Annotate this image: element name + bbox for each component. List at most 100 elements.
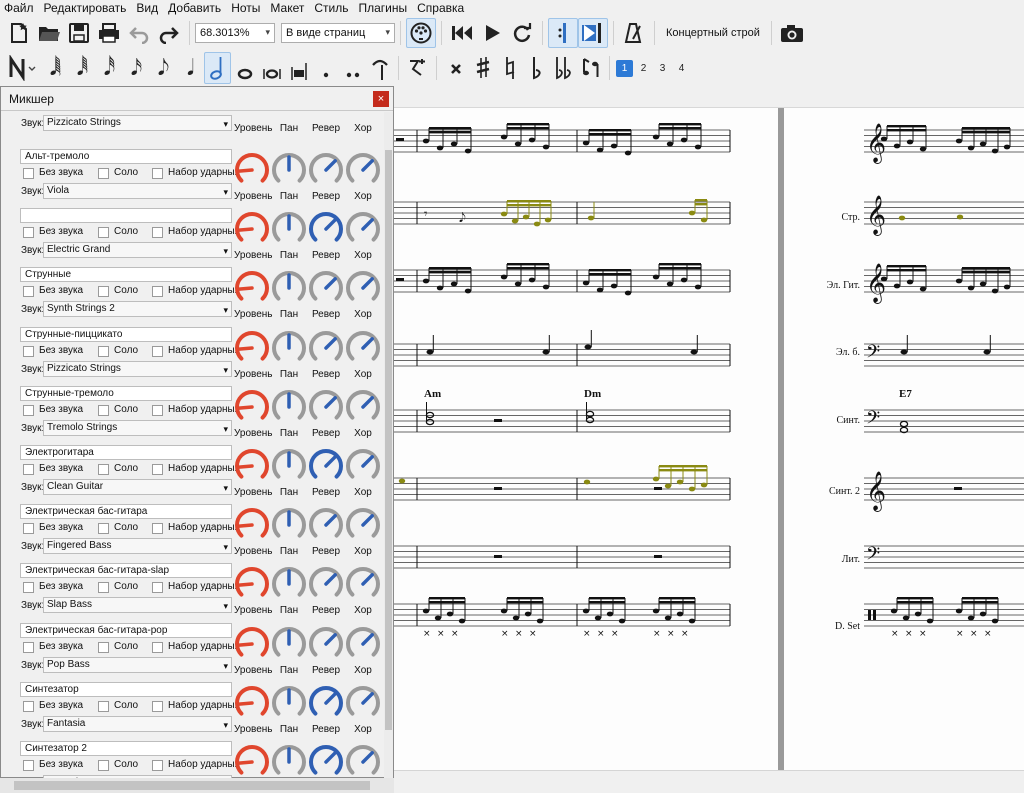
menu-edit[interactable]: Редактировать bbox=[40, 1, 133, 15]
concert-pitch-button[interactable]: Концертный строй bbox=[660, 27, 766, 39]
solo-checkbox[interactable] bbox=[98, 464, 109, 475]
mute-checkbox[interactable] bbox=[23, 405, 34, 416]
reverb-knob[interactable] bbox=[308, 389, 344, 425]
pan-knob[interactable] bbox=[271, 270, 307, 306]
redo-icon[interactable] bbox=[154, 18, 184, 48]
pan-knob[interactable] bbox=[271, 152, 307, 188]
menu-layout[interactable]: Макет bbox=[266, 1, 310, 15]
save-icon[interactable] bbox=[64, 18, 94, 48]
solo-checkbox[interactable] bbox=[98, 642, 109, 653]
menu-notes[interactable]: Ноты bbox=[227, 1, 266, 15]
mute-checkbox[interactable] bbox=[23, 168, 34, 179]
reverb-knob[interactable] bbox=[308, 330, 344, 366]
sound-select[interactable]: Pizzicato Strings ▾ bbox=[43, 115, 232, 131]
mixer-scrollbar[interactable] bbox=[384, 112, 393, 778]
part-name-field[interactable]: Электрическая бас-гитара-pop bbox=[20, 623, 232, 638]
note-32nd-icon[interactable]: 𝅘𝅥𝅰 bbox=[96, 52, 123, 84]
solo-checkbox[interactable] bbox=[98, 405, 109, 416]
reverb-knob[interactable] bbox=[308, 685, 344, 721]
reverb-knob[interactable] bbox=[308, 211, 344, 247]
drumset-checkbox[interactable] bbox=[152, 701, 163, 712]
volume-knob[interactable] bbox=[234, 330, 270, 366]
solo-checkbox[interactable] bbox=[98, 582, 109, 593]
pan-knob[interactable] bbox=[271, 211, 307, 247]
chorus-knob[interactable] bbox=[345, 685, 381, 721]
mute-checkbox[interactable] bbox=[23, 286, 34, 297]
new-score-icon[interactable] bbox=[4, 18, 34, 48]
drumset-checkbox[interactable] bbox=[152, 523, 163, 534]
chorus-knob[interactable] bbox=[345, 270, 381, 306]
chord-symbol[interactable]: Dm bbox=[584, 388, 601, 400]
rest-icon[interactable] bbox=[404, 52, 431, 84]
voice-2-button[interactable]: 2 bbox=[635, 60, 652, 77]
menu-help[interactable]: Справка bbox=[413, 1, 470, 15]
solo-checkbox[interactable] bbox=[98, 760, 109, 771]
scroll-thumb[interactable] bbox=[385, 150, 392, 730]
volume-knob[interactable] bbox=[234, 211, 270, 247]
mute-checkbox[interactable] bbox=[23, 642, 34, 653]
drumset-checkbox[interactable] bbox=[152, 346, 163, 357]
drumset-checkbox[interactable] bbox=[152, 227, 163, 238]
part-name-field[interactable]: Электрогитара bbox=[20, 445, 232, 460]
pan-knob[interactable] bbox=[271, 744, 307, 778]
sound-select[interactable]: Slap Bass ▾ bbox=[43, 597, 232, 613]
tie-icon[interactable] bbox=[366, 52, 393, 84]
undo-icon[interactable] bbox=[124, 18, 154, 48]
double-dot-icon[interactable] bbox=[339, 52, 366, 84]
sound-select[interactable]: Tremolo Strings ▾ bbox=[43, 420, 232, 436]
reverb-knob[interactable] bbox=[308, 507, 344, 543]
sound-select[interactable]: Pop Bass ▾ bbox=[43, 657, 232, 673]
volume-knob[interactable] bbox=[234, 566, 270, 602]
loop-icon[interactable] bbox=[507, 18, 537, 48]
double-flat-icon[interactable] bbox=[550, 52, 577, 84]
double-sharp-icon[interactable] bbox=[442, 52, 469, 84]
part-name-field[interactable]: Струнные bbox=[20, 267, 232, 282]
view-mode-combo[interactable]: В виде страниц ▾ bbox=[281, 23, 395, 43]
mixer-title-bar[interactable]: Микшер × bbox=[1, 87, 393, 111]
note-breve-icon[interactable] bbox=[258, 52, 285, 84]
mute-checkbox[interactable] bbox=[23, 523, 34, 534]
pan-knob[interactable] bbox=[271, 448, 307, 484]
part-name-field[interactable]: Альт-тремоло bbox=[20, 149, 232, 164]
mute-checkbox[interactable] bbox=[23, 227, 34, 238]
pan-knob[interactable] bbox=[271, 330, 307, 366]
volume-knob[interactable] bbox=[234, 685, 270, 721]
part-name-field[interactable]: Струнные-тремоло bbox=[20, 386, 232, 401]
volume-knob[interactable] bbox=[234, 626, 270, 662]
mute-checkbox[interactable] bbox=[23, 582, 34, 593]
volume-knob[interactable] bbox=[234, 389, 270, 425]
part-name-field[interactable]: Синтезатор bbox=[20, 682, 232, 697]
note-16th-icon[interactable]: 𝅘𝅥𝅯 bbox=[123, 52, 150, 84]
drumset-checkbox[interactable] bbox=[152, 464, 163, 475]
volume-knob[interactable] bbox=[234, 152, 270, 188]
chorus-knob[interactable] bbox=[345, 626, 381, 662]
natural-icon[interactable] bbox=[496, 52, 523, 84]
menu-add[interactable]: Добавить bbox=[164, 1, 227, 15]
part-name-field[interactable]: Электрическая бас-гитара bbox=[20, 504, 232, 519]
part-name-field[interactable]: Струнные-пиццикато bbox=[20, 327, 232, 342]
loop-in-icon[interactable] bbox=[548, 18, 578, 48]
chord-symbol[interactable]: E7 bbox=[899, 388, 912, 400]
solo-checkbox[interactable] bbox=[98, 523, 109, 534]
chorus-knob[interactable] bbox=[345, 330, 381, 366]
solo-checkbox[interactable] bbox=[98, 168, 109, 179]
mute-checkbox[interactable] bbox=[23, 701, 34, 712]
reverb-knob[interactable] bbox=[308, 448, 344, 484]
play-icon[interactable] bbox=[477, 18, 507, 48]
drumset-checkbox[interactable] bbox=[152, 760, 163, 771]
solo-checkbox[interactable] bbox=[98, 346, 109, 357]
sound-select[interactable]: Viola ▾ bbox=[43, 183, 232, 199]
print-icon[interactable] bbox=[94, 18, 124, 48]
voice-4-button[interactable]: 4 bbox=[673, 60, 690, 77]
note-128th-icon[interactable]: 𝅘𝅥𝅲 bbox=[42, 52, 69, 84]
menu-view[interactable]: Вид bbox=[132, 1, 164, 15]
part-name-field[interactable]: Синтезатор 2 bbox=[20, 741, 232, 756]
midi-input-icon[interactable] bbox=[406, 18, 436, 48]
drumset-checkbox[interactable] bbox=[152, 642, 163, 653]
note-half-icon[interactable] bbox=[204, 52, 231, 84]
note-quarter-icon[interactable]: 𝅘𝅥 bbox=[177, 52, 204, 84]
mute-checkbox[interactable] bbox=[23, 760, 34, 771]
note-eighth-icon[interactable]: 𝅘𝅥𝅮 bbox=[150, 52, 177, 84]
menu-style[interactable]: Стиль bbox=[310, 1, 354, 15]
pan-knob[interactable] bbox=[271, 566, 307, 602]
